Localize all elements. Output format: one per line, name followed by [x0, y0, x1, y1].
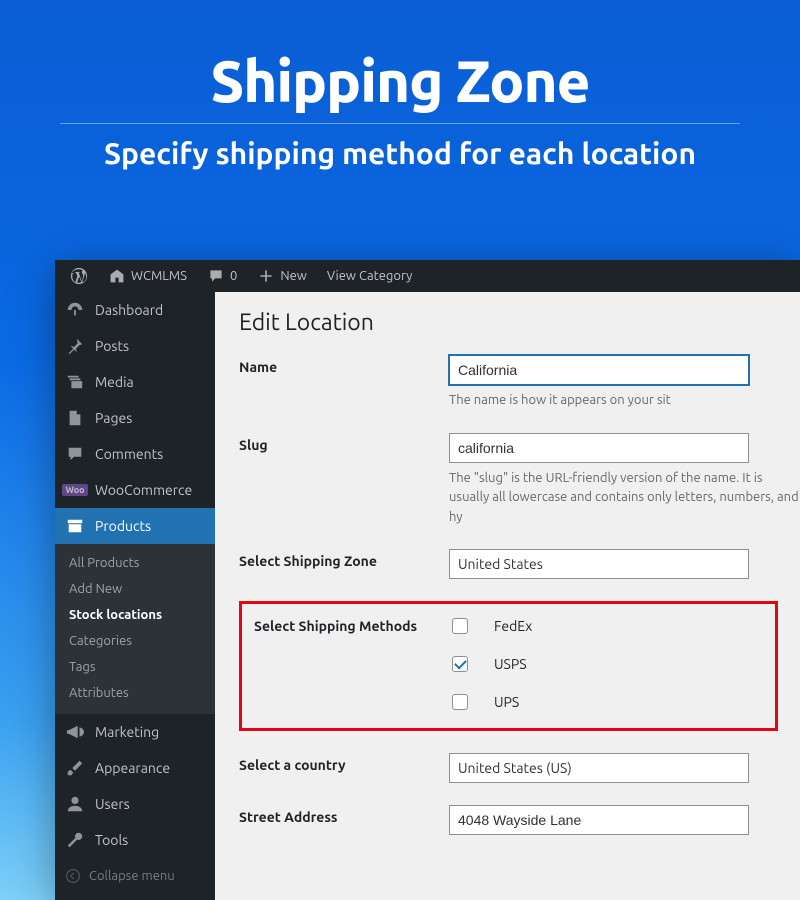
view-label: View Category	[327, 269, 413, 283]
checkbox-usps[interactable]	[452, 656, 468, 672]
view-category-link[interactable]: View Category	[320, 260, 420, 292]
comment-icon	[207, 267, 225, 285]
user-icon	[65, 794, 85, 814]
menu-appearance[interactable]: Appearance	[55, 750, 215, 786]
menu-dashboard[interactable]: Dashboard	[55, 292, 215, 328]
page-title: Edit Location	[239, 310, 800, 335]
menu-label: Posts	[95, 338, 129, 354]
pin-icon	[65, 336, 85, 356]
brush-icon	[65, 758, 85, 778]
menu-posts[interactable]: Posts	[55, 328, 215, 364]
country-label: Select a country	[239, 753, 449, 773]
hero-divider	[60, 123, 740, 124]
submenu-attributes[interactable]: Attributes	[55, 680, 215, 706]
comment-icon	[65, 444, 85, 464]
menu-woocommerce[interactable]: Woo WooCommerce	[55, 472, 215, 508]
menu-label: Appearance	[95, 760, 170, 776]
methods-label: Select Shipping Methods	[254, 618, 452, 634]
menu-label: Dashboard	[95, 302, 163, 318]
products-submenu: All Products Add New Stock locations Cat…	[55, 544, 215, 714]
new-content-link[interactable]: New	[250, 260, 314, 292]
menu-marketing[interactable]: Marketing	[55, 714, 215, 750]
method-label: UPS	[494, 694, 519, 710]
name-label: Name	[239, 355, 449, 375]
menu-pages[interactable]: Pages	[55, 400, 215, 436]
menu-comments[interactable]: Comments	[55, 436, 215, 472]
menu-media[interactable]: Media	[55, 364, 215, 400]
slug-input[interactable]	[449, 433, 749, 463]
street-input[interactable]	[449, 805, 749, 835]
wp-adminbar: WCMLMS 0 New View Category	[55, 260, 800, 292]
submenu-all-products[interactable]: All Products	[55, 550, 215, 576]
slug-label: Slug	[239, 433, 449, 453]
hero-subtitle: Specify shipping method for each locatio…	[0, 136, 800, 170]
country-value: United States (US)	[458, 760, 572, 776]
menu-tools[interactable]: Tools	[55, 822, 215, 858]
content-area: Edit Location Name The name is how it ap…	[215, 292, 800, 900]
comments-link[interactable]: 0	[200, 260, 244, 292]
menu-label: Products	[95, 518, 151, 534]
comments-count: 0	[230, 269, 237, 283]
country-select[interactable]: United States (US)	[449, 753, 749, 783]
shipping-methods-highlight: Select Shipping Methods FedEx USPS UPS	[239, 601, 778, 731]
zone-label: Select Shipping Zone	[239, 549, 449, 569]
street-label: Street Address	[239, 805, 449, 825]
woocommerce-icon: Woo	[65, 480, 85, 500]
new-label: New	[280, 269, 307, 283]
checkbox-ups[interactable]	[452, 694, 468, 710]
home-icon	[108, 267, 126, 285]
menu-label: Tools	[95, 832, 128, 848]
dashboard-icon	[65, 300, 85, 320]
site-name: WCMLMS	[131, 269, 187, 283]
menu-label: Comments	[95, 446, 163, 462]
name-input[interactable]	[449, 355, 749, 385]
archive-icon	[65, 516, 85, 536]
method-label: USPS	[494, 656, 527, 672]
hero-title: Shipping Zone	[0, 48, 800, 113]
submenu-stock-locations[interactable]: Stock locations	[55, 602, 215, 628]
submenu-tags[interactable]: Tags	[55, 654, 215, 680]
checkbox-fedex[interactable]	[452, 618, 468, 634]
zone-value: United States	[458, 556, 543, 572]
collapse-icon	[65, 868, 81, 884]
menu-label: Users	[95, 796, 130, 812]
zone-select[interactable]: United States	[449, 549, 749, 579]
collapse-menu[interactable]: Collapse menu	[55, 858, 215, 894]
wp-logo[interactable]	[63, 260, 95, 292]
collapse-label: Collapse menu	[89, 869, 175, 883]
menu-products[interactable]: Products	[55, 508, 215, 544]
method-label: FedEx	[494, 618, 532, 634]
pages-icon	[65, 408, 85, 428]
method-usps[interactable]: USPS	[452, 656, 763, 672]
menu-label: Marketing	[95, 724, 159, 740]
plus-icon	[257, 267, 275, 285]
name-description: The name is how it appears on your sit	[449, 391, 800, 411]
slug-description: The "slug" is the URL-friendly version o…	[449, 469, 800, 528]
menu-users[interactable]: Users	[55, 786, 215, 822]
site-name-link[interactable]: WCMLMS	[101, 260, 194, 292]
media-icon	[65, 372, 85, 392]
wrench-icon	[65, 830, 85, 850]
menu-label: WooCommerce	[95, 482, 192, 498]
submenu-categories[interactable]: Categories	[55, 628, 215, 654]
submenu-add-new[interactable]: Add New	[55, 576, 215, 602]
wordpress-icon	[70, 267, 88, 285]
menu-label: Pages	[95, 410, 132, 426]
megaphone-icon	[65, 722, 85, 742]
admin-sidebar: Dashboard Posts Media Pages Comments Woo…	[55, 292, 215, 900]
method-fedex[interactable]: FedEx	[452, 618, 763, 634]
menu-label: Media	[95, 374, 134, 390]
admin-window: WCMLMS 0 New View Category Dashboard	[55, 260, 800, 900]
method-ups[interactable]: UPS	[452, 694, 763, 710]
hero-banner: Shipping Zone Specify shipping method fo…	[0, 0, 800, 200]
